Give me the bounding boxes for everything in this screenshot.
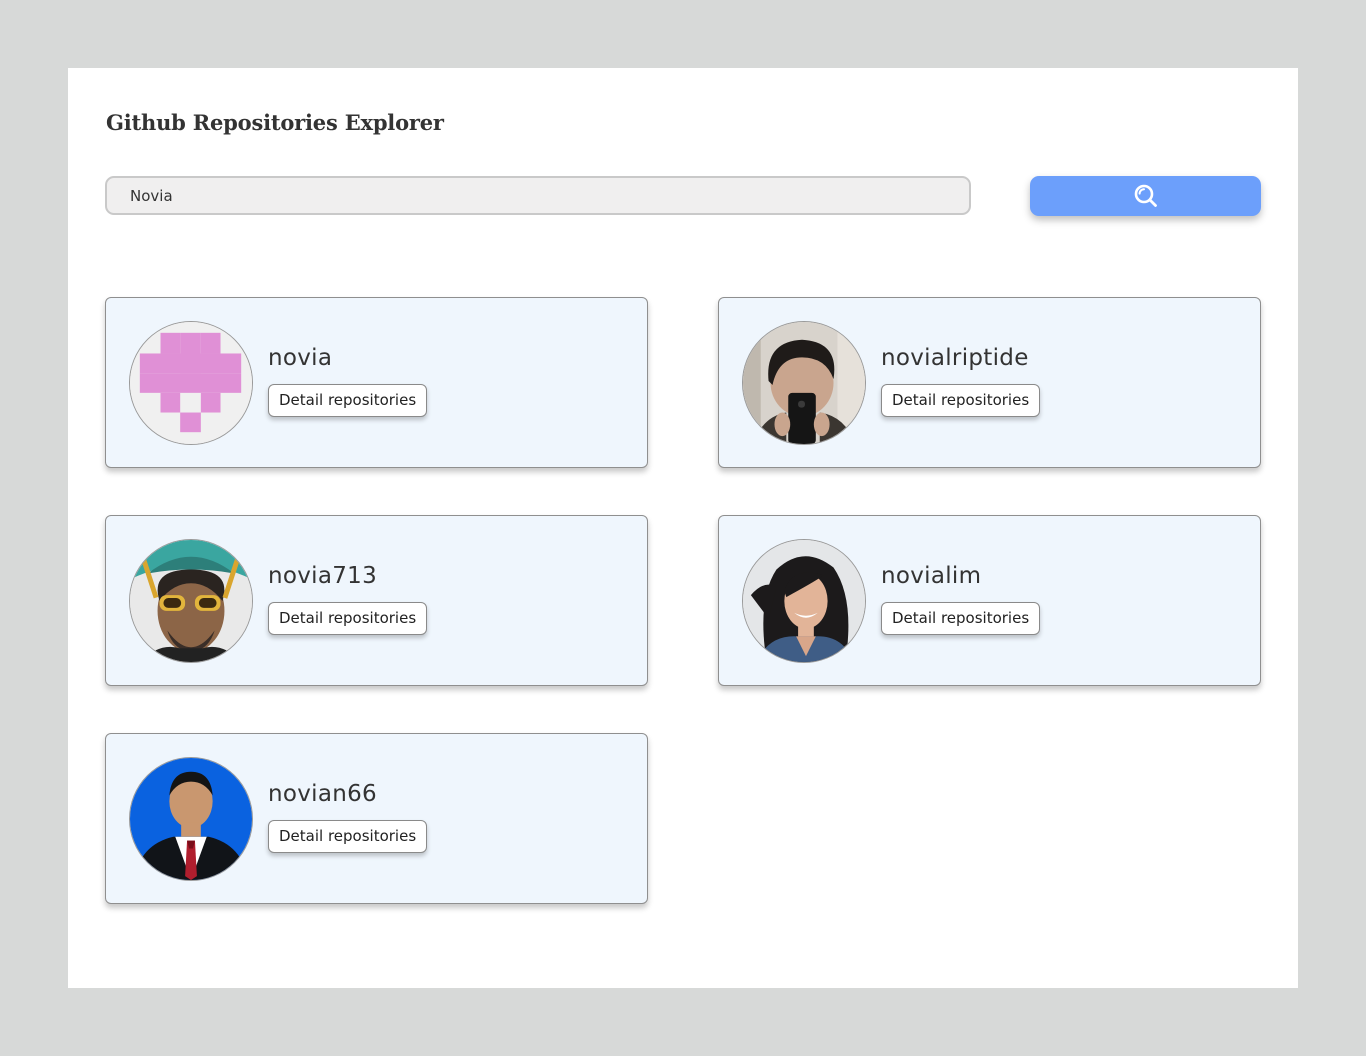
user-card: novia713 Detail repositories: [105, 515, 648, 686]
search-input[interactable]: [105, 176, 971, 215]
detail-repositories-button[interactable]: Detail repositories: [881, 602, 1041, 635]
avatar: [129, 757, 253, 881]
avatar: [742, 539, 866, 663]
search-button[interactable]: [1030, 176, 1261, 216]
avatar: [742, 321, 866, 445]
user-card: novian66 Detail repositories: [105, 733, 648, 904]
avatar: [129, 539, 253, 663]
guitar-glasses-avatar: [130, 540, 252, 662]
detail-repositories-button[interactable]: Detail repositories: [881, 384, 1041, 417]
search-icon: [1133, 183, 1159, 209]
username: novialriptide: [881, 345, 1029, 371]
avatar: [129, 321, 253, 445]
username: novian66: [268, 781, 377, 807]
username: novia: [268, 345, 333, 371]
portrait-woman-avatar: [743, 540, 865, 662]
formal-portrait-avatar: [130, 758, 252, 880]
username: novia713: [268, 563, 378, 589]
results-grid: novia Detail repositories novialriptide …: [105, 297, 1261, 904]
user-card: novialriptide Detail repositories: [718, 297, 1261, 468]
detail-repositories-button[interactable]: Detail repositories: [268, 602, 428, 635]
user-card: novia Detail repositories: [105, 297, 648, 468]
pixel-heart-avatar: [130, 322, 252, 444]
app-container: Github Repositories Explorer Novia novia…: [68, 68, 1298, 988]
username: novialim: [881, 563, 982, 589]
mirror-selfie-avatar: [743, 322, 865, 444]
page-title: Github Repositories Explorer: [106, 110, 444, 135]
user-card: novialim Detail repositories: [718, 515, 1261, 686]
detail-repositories-button[interactable]: Detail repositories: [268, 384, 428, 417]
detail-repositories-button[interactable]: Detail repositories: [268, 820, 428, 853]
